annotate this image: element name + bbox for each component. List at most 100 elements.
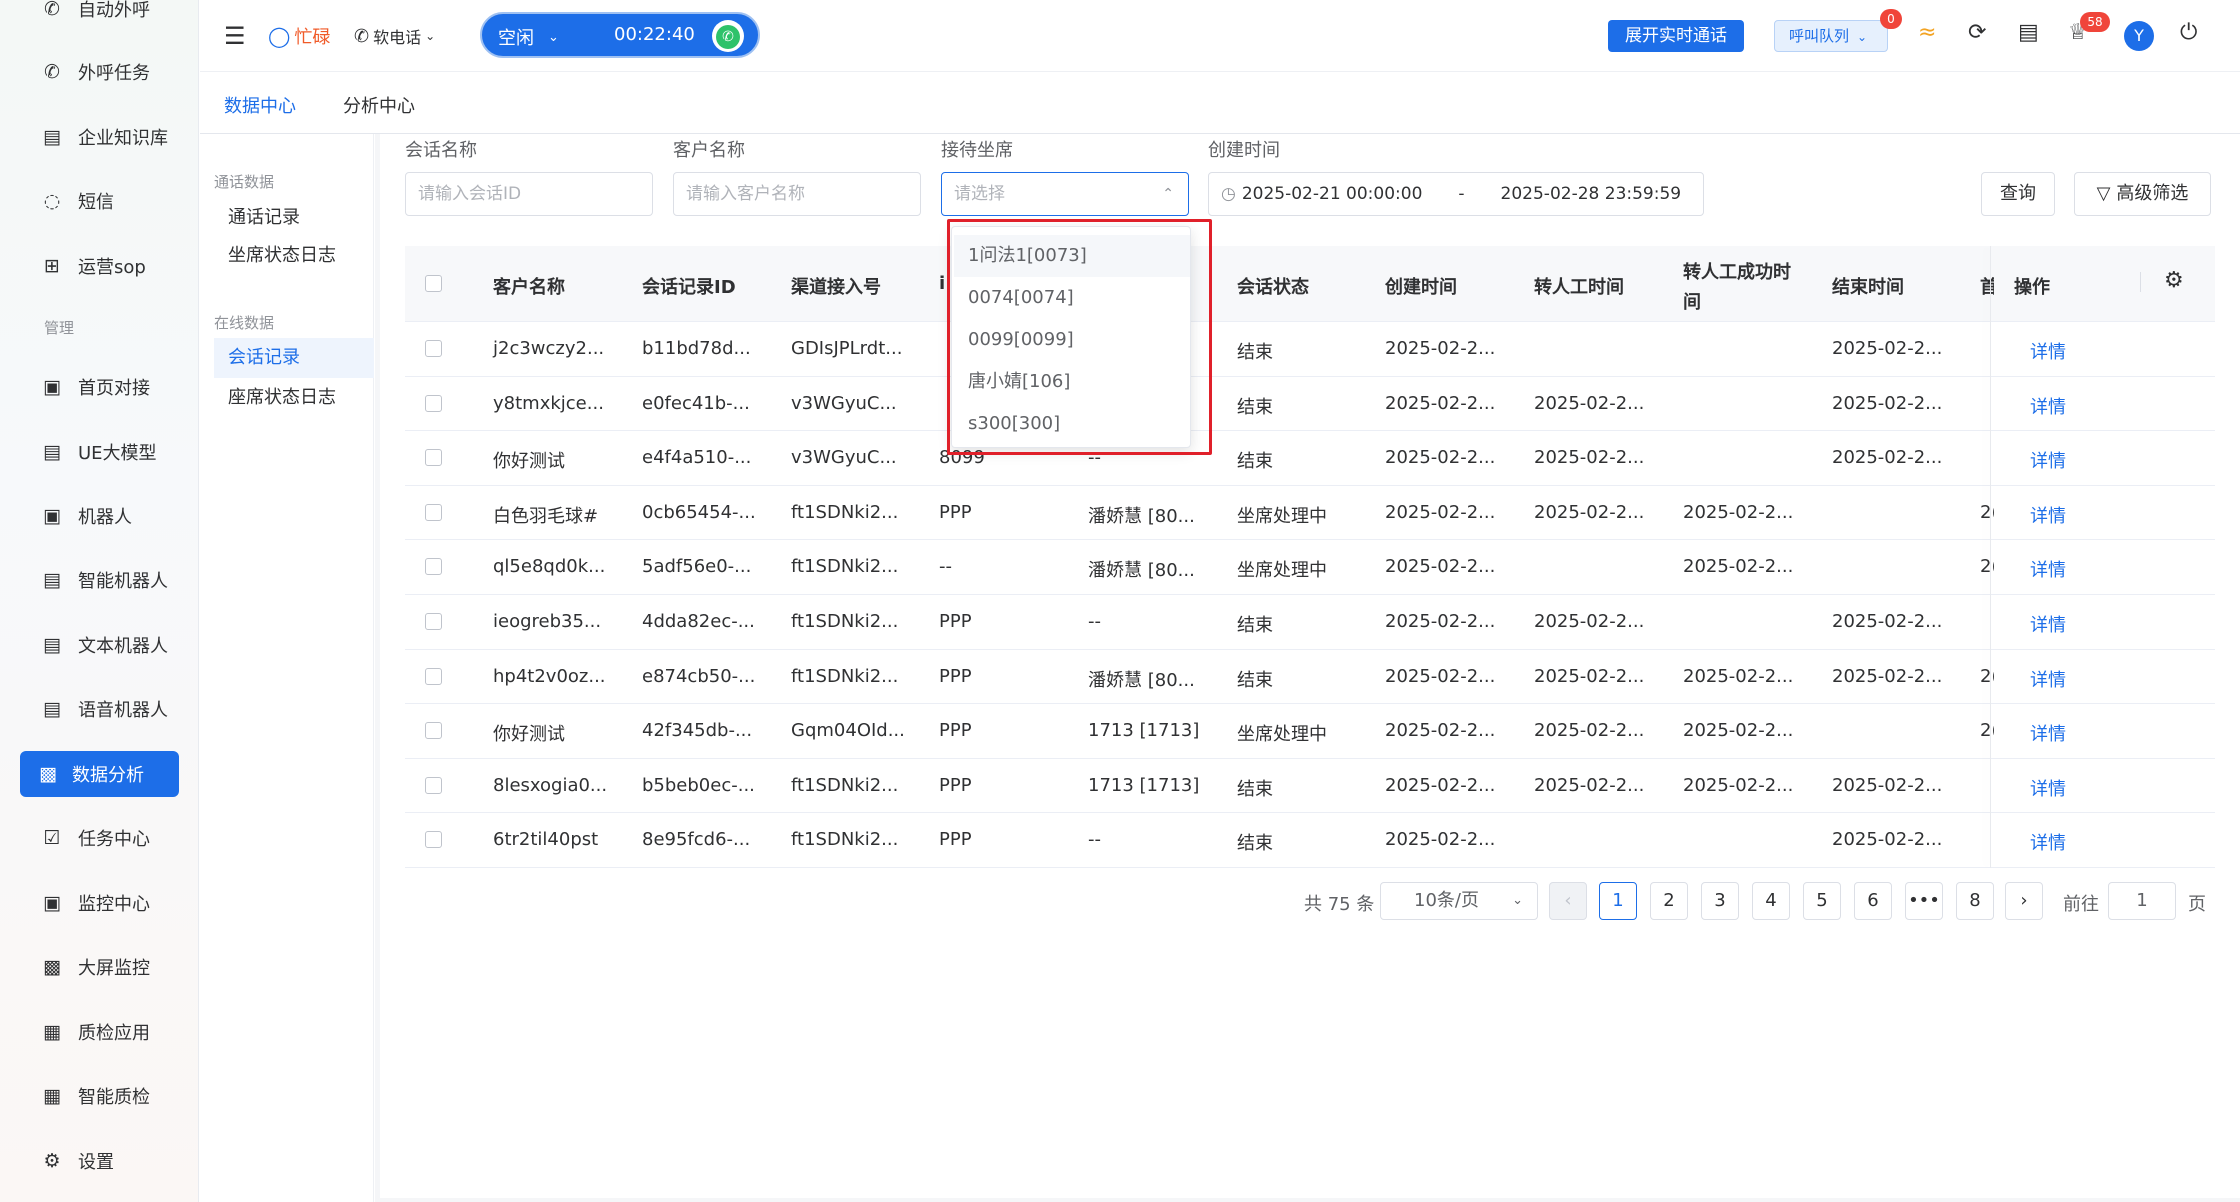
sub-nav-group-online-data: 在线数据 <box>214 314 275 332</box>
page-number-button[interactable]: 6 <box>1854 882 1892 920</box>
sidebar-item-voice-robot[interactable]: ▤ 语音机器人 <box>20 686 179 732</box>
row-checkbox[interactable] <box>425 776 442 794</box>
sub-nav-item-call-records[interactable]: 通话记录 <box>214 198 374 238</box>
session-name-input[interactable]: 请输入会话ID <box>405 172 653 216</box>
row-checkbox[interactable] <box>425 613 442 630</box>
page-number-button[interactable]: 4 <box>1752 882 1790 920</box>
detail-link[interactable]: 详情 <box>2030 556 2066 582</box>
table-row[interactable]: 白色羽毛球# 0cb65454-... ft1SDNki2... PPP 潘娇慧 [80… <box>405 486 2215 541</box>
power-icon[interactable]: ⏻ <box>2180 20 2197 45</box>
cell-session-id: 5adf56e0-... <box>642 556 752 578</box>
cell-end: 2025-02-2... <box>1832 392 1943 414</box>
detail-link[interactable]: 详情 <box>2030 775 2066 801</box>
row-checkbox[interactable] <box>425 722 442 740</box>
chevron-down-icon: ⌄ <box>1857 30 1868 44</box>
session-name-label: 会话名称 <box>405 140 477 161</box>
menu-toggle-icon[interactable]: ☰ <box>224 22 246 50</box>
goto-page-input[interactable]: 1 <box>2108 882 2176 920</box>
chevron-left-icon: ‹ <box>1564 890 1572 911</box>
sidebar-item-smart-qc[interactable]: ▦ 智能质检 <box>20 1073 179 1119</box>
sidebar-item-robot[interactable]: ▣ 机器人 <box>20 493 179 539</box>
next-page-button[interactable]: › <box>2005 882 2043 920</box>
expand-realtime-call-button[interactable]: 展开实时通话 <box>1608 20 1744 52</box>
table-row[interactable]: 你好测试 e4f4a510-... v3WGyuC... 8099 -- 结束 2025-0… <box>405 431 2215 486</box>
sidebar-item-ue-model[interactable]: ▤ UE大模型 <box>20 429 179 475</box>
cell-end: 2025-02-2... <box>1832 447 1943 469</box>
sidebar-item-label: 企业知识库 <box>78 128 168 149</box>
table-row[interactable]: 6tr2til40pst 8e95fcd6-... ft1SDNki2... PPP -… <box>405 813 2215 868</box>
detail-link[interactable]: 详情 <box>2030 720 2066 746</box>
table-row[interactable]: ql5e8qd0k... 5adf56e0-... ft1SDNki2... -- 潘娇… <box>405 540 2215 595</box>
select-all-checkbox[interactable] <box>425 275 442 292</box>
sidebar-item-call-task[interactable]: ✆ 外呼任务 <box>20 49 179 95</box>
tab-data-center[interactable]: 数据中心 <box>224 92 296 118</box>
table-row[interactable]: 8lesxogia0... b5beb0ec-... ft1SDNki2... PPP… <box>405 759 2215 814</box>
detail-link[interactable]: 详情 <box>2030 611 2066 637</box>
detail-link[interactable]: 详情 <box>2030 502 2066 528</box>
avatar[interactable]: Y <box>2124 21 2154 51</box>
customer-name-input[interactable]: 请输入客户名称 <box>673 172 921 216</box>
advanced-filter-button[interactable]: ▽ 高级筛选 <box>2074 172 2211 216</box>
table-row[interactable]: 你好测试 42f345db-... Gqm04OId... PPP 1713 [1713… <box>405 704 2215 759</box>
page-number-button[interactable]: 5 <box>1803 882 1841 920</box>
prev-page-button[interactable]: ‹ <box>1549 882 1587 920</box>
sidebar-item-qc-app[interactable]: ▦ 质检应用 <box>20 1009 179 1055</box>
row-checkbox[interactable] <box>425 831 442 849</box>
sidebar-item-smart-robot[interactable]: ▤ 智能机器人 <box>20 557 179 603</box>
row-checkbox[interactable] <box>425 449 442 467</box>
cell-created: 2025-02-2... <box>1385 392 1496 414</box>
page-number-button[interactable]: 3 <box>1701 882 1739 920</box>
sidebar-item-settings[interactable]: ⚙ 设置 <box>20 1138 179 1184</box>
page-ellipsis[interactable]: ••• <box>1905 882 1943 920</box>
page-number-button[interactable]: 1 <box>1599 882 1637 920</box>
sidebar-item-data-analysis[interactable]: ▩ 数据分析 <box>20 751 179 797</box>
row-checkbox[interactable] <box>425 503 442 521</box>
refresh-icon[interactable]: ⟳ <box>1968 20 1986 45</box>
sub-nav-panel: 通话数据 通话记录 坐席状态日志 在线数据 会话记录 座席状态日志 <box>200 134 374 1202</box>
cell-created: 2025-02-2... <box>1385 447 1496 469</box>
sub-nav-item-seat-status-log[interactable]: 座席状态日志 <box>214 378 374 418</box>
sidebar-item-auto-call[interactable]: ✆ 自动外呼 <box>20 0 179 32</box>
detail-link[interactable]: 详情 <box>2030 393 2066 419</box>
call-queue-dropdown[interactable]: 呼叫队列 ⌄ <box>1774 20 1888 52</box>
sidebar-item-text-robot[interactable]: ▤ 文本机器人 <box>20 622 179 668</box>
sub-nav-item-agent-status-log[interactable]: 坐席状态日志 <box>214 236 374 276</box>
sidebar-item-task-center[interactable]: ☑ 任务中心 <box>20 815 179 861</box>
softphone-dropdown[interactable]: ✆ 软电话 ⌄ <box>354 24 435 48</box>
table-row[interactable]: hp4t2v0oz... e874cb50-... ft1SDNki2... PPP 潘… <box>405 650 2215 705</box>
column-settings-icon[interactable]: ⚙ <box>2164 268 2184 293</box>
row-checkbox[interactable] <box>425 558 442 576</box>
busy-status[interactable]: ◯ 忙碌 <box>268 23 330 49</box>
page-size-select[interactable]: 10条/页 ⌄ <box>1380 882 1538 920</box>
book-icon[interactable]: ▤ <box>2018 20 2039 45</box>
tab-analysis-center[interactable]: 分析中心 <box>343 92 415 118</box>
query-button[interactable]: 查询 <box>1981 172 2055 216</box>
phone-auto-icon: ✆ <box>44 0 60 20</box>
agent-select[interactable]: 请选择 ⌃ <box>941 172 1189 216</box>
page-number-button[interactable]: 2 <box>1650 882 1688 920</box>
sidebar-item-home-dock[interactable]: ▣ 首页对接 <box>20 364 179 410</box>
date-range-picker[interactable]: ◷ 2025-02-21 00:00:00 - 2025-02-28 23:59:59 <box>1208 172 1704 216</box>
detail-link[interactable]: 详情 <box>2030 338 2066 364</box>
sidebar-item-label: 质检应用 <box>78 1023 150 1044</box>
page-number-button[interactable]: 8 <box>1956 882 1994 920</box>
sidebar-item-knowledge[interactable]: ▤ 企业知识库 <box>20 114 179 160</box>
detail-link[interactable]: 详情 <box>2030 447 2066 473</box>
sms-icon: ◌ <box>43 190 61 212</box>
agent-status-dropdown[interactable]: 空闲 ⌄ <box>498 24 559 50</box>
row-checkbox[interactable] <box>425 667 442 685</box>
sidebar-item-big-screen[interactable]: ▩ 大屏监控 <box>20 944 179 990</box>
sidebar-item-sms[interactable]: ◌ 短信 <box>20 178 179 224</box>
table-row[interactable]: y8tmxkjce... e0fec41b-... v3WGyuC... 结束 2025… <box>405 377 2215 432</box>
table-row[interactable]: ieogreb35... 4dda82ec-... ft1SDNki2... PPP -… <box>405 595 2215 650</box>
detail-link[interactable]: 详情 <box>2030 829 2066 855</box>
call-answer-button[interactable]: ✆ <box>712 20 744 52</box>
cell-status: 坐席处理中 <box>1237 724 1327 746</box>
table-row[interactable]: j2c3wczy2... b11bd78d... GDIsJPLrdt... 结束 20… <box>405 322 2215 377</box>
sidebar-item-monitor-center[interactable]: ▣ 监控中心 <box>20 880 179 926</box>
detail-link[interactable]: 详情 <box>2030 666 2066 692</box>
row-checkbox[interactable] <box>425 394 442 412</box>
row-checkbox[interactable] <box>425 340 442 357</box>
sidebar-item-sop[interactable]: ⊞ 运营sop <box>20 243 179 289</box>
sub-nav-item-session-records[interactable]: 会话记录 <box>214 338 374 378</box>
